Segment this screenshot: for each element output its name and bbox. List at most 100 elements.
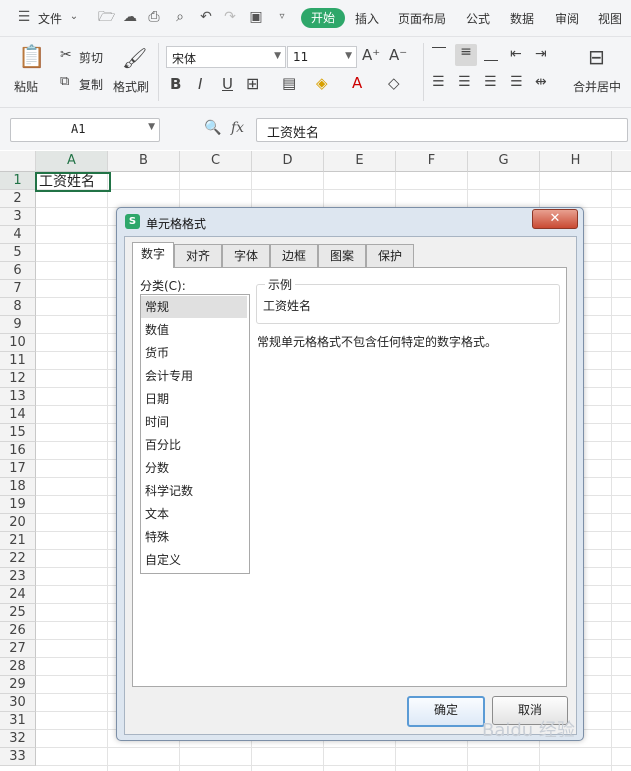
category-item[interactable]: 货币: [141, 342, 247, 364]
row-header[interactable]: 10: [0, 334, 36, 352]
format-painter-button[interactable]: 格式刷: [113, 78, 149, 95]
column-header-c[interactable]: C: [180, 151, 252, 172]
copy-button[interactable]: 复制: [79, 76, 103, 93]
cell-style-icon[interactable]: ▤: [282, 74, 296, 92]
row-header[interactable]: 7: [0, 280, 36, 298]
scissors-icon[interactable]: ✂: [60, 47, 72, 63]
category-item[interactable]: 数值: [141, 319, 247, 341]
align-center-icon[interactable]: ☰: [458, 74, 471, 90]
underline-icon[interactable]: U: [222, 75, 233, 93]
row-header[interactable]: 19: [0, 496, 36, 514]
tab-pattern[interactable]: 图案: [318, 244, 366, 267]
print-icon[interactable]: ⎙: [146, 9, 162, 25]
align-top-icon[interactable]: ⎺: [432, 46, 446, 62]
tab-font[interactable]: 字体: [222, 244, 270, 267]
tab-alignment[interactable]: 对齐: [174, 244, 222, 267]
font-size-select[interactable]: 11 ▼: [287, 46, 357, 68]
row-header[interactable]: 12: [0, 370, 36, 388]
italic-icon[interactable]: I: [198, 75, 202, 93]
decrease-font-icon[interactable]: A⁻: [389, 46, 407, 64]
column-header-b[interactable]: B: [108, 151, 180, 172]
row-header[interactable]: 9: [0, 316, 36, 334]
align-left-icon[interactable]: ☰: [432, 74, 445, 90]
tab-border[interactable]: 边框: [270, 244, 318, 267]
category-item[interactable]: 分数: [141, 457, 247, 479]
row-header[interactable]: 15: [0, 424, 36, 442]
justify-icon[interactable]: ☰: [510, 74, 523, 90]
tab-formulas[interactable]: 公式: [466, 10, 490, 27]
row-header[interactable]: 17: [0, 460, 36, 478]
merge-center-button[interactable]: 合并居中: [573, 78, 621, 95]
paste-button[interactable]: 粘贴: [14, 78, 38, 95]
undo-icon[interactable]: ↶: [198, 9, 214, 25]
column-header-e[interactable]: E: [324, 151, 396, 172]
row-header[interactable]: 18: [0, 478, 36, 496]
row-header[interactable]: 29: [0, 676, 36, 694]
category-item[interactable]: 自定义: [141, 549, 247, 571]
row-header[interactable]: 6: [0, 262, 36, 280]
category-item[interactable]: 文本: [141, 503, 247, 525]
row-header[interactable]: 16: [0, 442, 36, 460]
category-item[interactable]: 科学记数: [141, 480, 247, 502]
align-bottom-icon[interactable]: ⎽: [484, 46, 498, 62]
bold-icon[interactable]: B: [170, 75, 181, 93]
font-name-select[interactable]: 宋体 ▼: [166, 46, 286, 68]
cloud-icon[interactable]: ☁: [122, 9, 138, 25]
row-header[interactable]: 21: [0, 532, 36, 550]
row-header[interactable]: 24: [0, 586, 36, 604]
column-header-g[interactable]: G: [468, 151, 540, 172]
zoom-icon[interactable]: 🔍: [204, 120, 221, 136]
row-header[interactable]: 11: [0, 352, 36, 370]
cut-button[interactable]: 剪切: [79, 49, 103, 66]
redo-icon[interactable]: ↷: [222, 9, 238, 25]
column-header-a[interactable]: A: [36, 151, 108, 172]
row-header[interactable]: 30: [0, 694, 36, 712]
ok-button[interactable]: 确定: [407, 696, 485, 727]
category-item[interactable]: 时间: [141, 411, 247, 433]
tab-data[interactable]: 数据: [510, 10, 534, 27]
row-header[interactable]: 32: [0, 730, 36, 748]
category-item[interactable]: 日期: [141, 388, 247, 410]
open-folder-icon[interactable]: 🗁: [98, 9, 115, 25]
increase-font-icon[interactable]: A⁺: [362, 46, 380, 64]
file-menu[interactable]: 文件: [38, 10, 62, 27]
row-header[interactable]: 33: [0, 748, 36, 766]
clear-format-icon[interactable]: ◇: [388, 74, 400, 92]
row-header[interactable]: 27: [0, 640, 36, 658]
tab-protection[interactable]: 保护: [366, 244, 414, 267]
row-header[interactable]: 1: [0, 172, 36, 190]
fill-color-icon[interactable]: ◈: [316, 74, 328, 92]
category-item[interactable]: 特殊: [141, 526, 247, 548]
format-painter-icon[interactable]: 🖌: [122, 46, 147, 70]
tab-insert[interactable]: 插入: [355, 10, 379, 27]
font-color-icon[interactable]: A: [352, 74, 362, 92]
save-icon[interactable]: ▣: [248, 9, 264, 25]
row-header[interactable]: 25: [0, 604, 36, 622]
align-middle-icon[interactable]: ≡: [455, 44, 477, 66]
category-item[interactable]: 会计专用: [141, 365, 247, 387]
tab-page-layout[interactable]: 页面布局: [398, 10, 446, 27]
column-header-d[interactable]: D: [252, 151, 324, 172]
tab-view[interactable]: 视图: [598, 10, 622, 27]
merge-center-icon[interactable]: ⊟: [588, 45, 605, 69]
close-button[interactable]: ✕: [532, 209, 578, 229]
row-header[interactable]: 13: [0, 388, 36, 406]
row-header[interactable]: 20: [0, 514, 36, 532]
tab-start[interactable]: 开始: [301, 8, 345, 28]
row-header[interactable]: 5: [0, 244, 36, 262]
row-header[interactable]: 3: [0, 208, 36, 226]
copy-icon[interactable]: ⧉: [60, 74, 69, 89]
print-preview-icon[interactable]: ⌕: [172, 9, 188, 25]
decrease-indent-icon[interactable]: ⇤: [510, 46, 522, 62]
cell-a1[interactable]: 工资姓名: [35, 172, 111, 192]
row-header[interactable]: 23: [0, 568, 36, 586]
chevron-down-icon[interactable]: ⌄: [66, 9, 82, 25]
row-header[interactable]: 26: [0, 622, 36, 640]
category-item[interactable]: 常规: [141, 296, 247, 318]
category-list[interactable]: 常规 数值 货币 会计专用 日期 时间 百分比 分数 科学记数 文本 特殊 自定义: [140, 294, 250, 574]
column-header-h[interactable]: H: [540, 151, 612, 172]
paste-icon[interactable]: 📋: [18, 45, 45, 71]
row-header[interactable]: 4: [0, 226, 36, 244]
borders-icon[interactable]: ⊞: [246, 74, 259, 93]
category-item[interactable]: 百分比: [141, 434, 247, 456]
